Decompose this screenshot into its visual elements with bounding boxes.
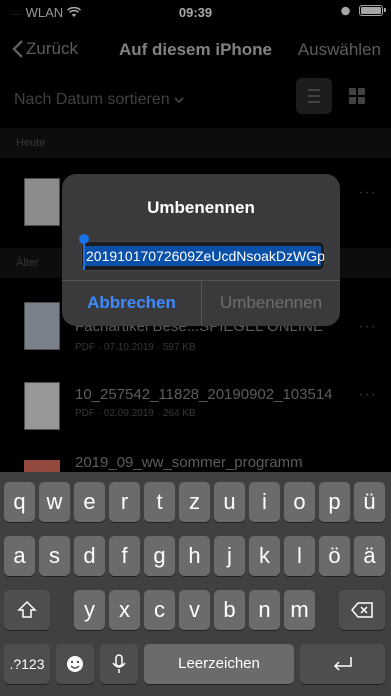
dialog-title: Umbenennen (147, 198, 255, 217)
keyboard: q w e r t z u i o p ü a s d f g h j k l … (0, 472, 391, 696)
emoji-key[interactable] (56, 644, 94, 684)
key[interactable]: w (39, 482, 70, 522)
key[interactable]: q (4, 482, 35, 522)
space-key[interactable]: Leerzeichen (144, 644, 294, 684)
key[interactable]: ü (354, 482, 385, 522)
shift-icon (17, 600, 37, 618)
key[interactable]: c (144, 590, 175, 630)
key[interactable]: v (179, 590, 210, 630)
key[interactable]: k (249, 536, 280, 576)
numbers-key[interactable]: .?123 (4, 644, 50, 684)
cancel-button[interactable]: Abbrechen (62, 280, 201, 326)
rename-button[interactable]: Umbenennen (202, 280, 340, 326)
key[interactable]: f (109, 536, 140, 576)
key[interactable]: i (249, 482, 280, 522)
key[interactable]: ö (319, 536, 350, 576)
microphone-icon (112, 654, 126, 673)
backspace-icon (351, 602, 373, 618)
dictation-key[interactable] (100, 644, 138, 684)
key[interactable]: r (109, 482, 140, 522)
return-icon (333, 657, 352, 671)
key[interactable]: s (39, 536, 70, 576)
filename-input-value: 20191017072609ZeUcdNsoakDzWGp (86, 248, 325, 264)
key[interactable]: d (74, 536, 105, 576)
key[interactable]: x (109, 590, 140, 630)
key[interactable]: j (214, 536, 245, 576)
selection-handle-line[interactable] (83, 240, 85, 270)
key[interactable]: b (214, 590, 245, 630)
key[interactable]: z (179, 482, 210, 522)
key[interactable]: t (144, 482, 175, 522)
key[interactable]: m (284, 590, 315, 630)
key[interactable]: ä (354, 536, 385, 576)
key[interactable]: u (214, 482, 245, 522)
key[interactable]: g (144, 536, 175, 576)
shift-key[interactable] (4, 590, 50, 630)
selection-handle[interactable] (79, 234, 89, 244)
key[interactable]: o (284, 482, 315, 522)
rename-dialog: Umbenennen 20191017072609ZeUcdNsoakDzWGp… (62, 174, 340, 326)
filename-input[interactable]: 20191017072609ZeUcdNsoakDzWGp (81, 241, 325, 271)
key[interactable]: e (74, 482, 105, 522)
delete-key[interactable] (339, 590, 385, 630)
key[interactable]: a (4, 536, 35, 576)
return-key[interactable] (300, 644, 385, 684)
key[interactable]: l (284, 536, 315, 576)
key[interactable]: h (179, 536, 210, 576)
key[interactable]: n (249, 590, 280, 630)
emoji-icon (67, 656, 83, 672)
key[interactable]: p (319, 482, 350, 522)
key[interactable]: y (74, 590, 105, 630)
